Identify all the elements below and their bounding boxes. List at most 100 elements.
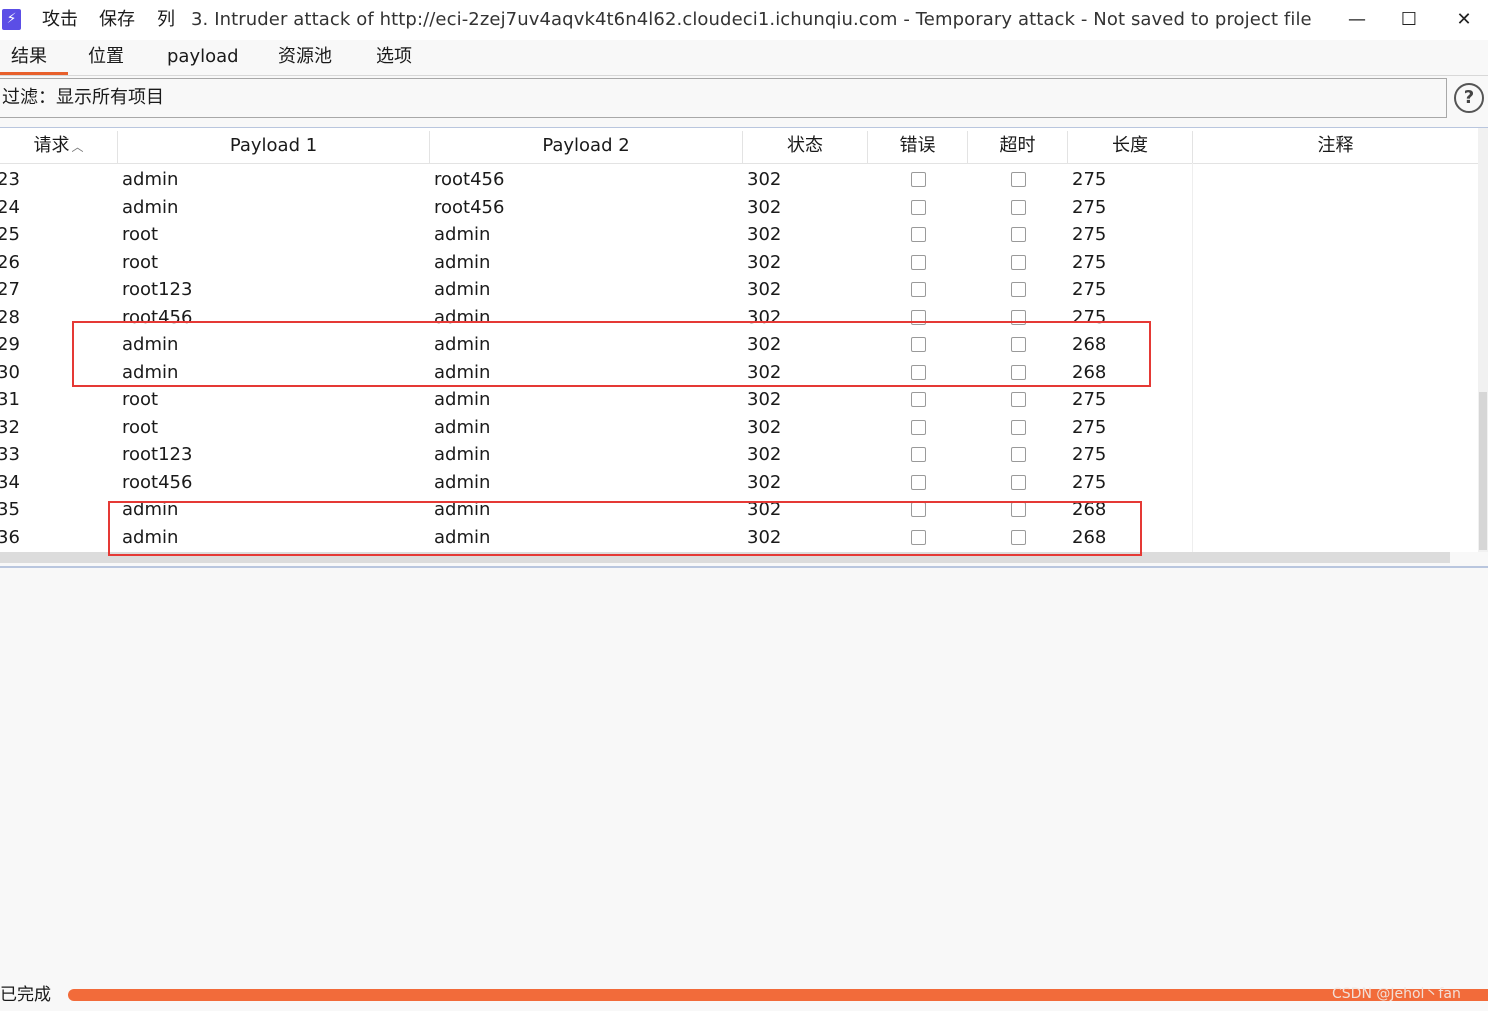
cell-payload1: admin: [122, 196, 179, 218]
cell-payload2: root456: [434, 196, 505, 218]
cell-request: 26: [0, 251, 20, 273]
cell-status: 302: [747, 196, 782, 218]
window-title: 3. Intruder attack of http://eci-2zej7uv…: [191, 9, 1312, 30]
timeout-checkbox: [1011, 227, 1026, 242]
status-label: 已完成: [0, 985, 51, 1005]
cell-payload2: root456: [434, 169, 505, 190]
cell-request: 27: [0, 279, 20, 300]
menu-attack[interactable]: 攻击: [42, 8, 78, 32]
vertical-scrollbar-thumb[interactable]: [1479, 392, 1487, 550]
table-row[interactable]: 33 root123 admin 302 275: [0, 441, 1478, 469]
table-row[interactable]: 23 admin root456 302 275: [0, 166, 1478, 194]
timeout-checkbox: [1011, 282, 1026, 297]
col-header-timeout[interactable]: 超时: [968, 128, 1067, 163]
cell-request: 24: [0, 196, 20, 218]
error-checkbox: [911, 447, 926, 462]
cell-length: 275: [1072, 471, 1107, 493]
error-checkbox: [911, 227, 926, 242]
sort-ascending-icon: ︿: [71, 140, 84, 154]
error-checkbox: [911, 419, 926, 435]
table-row[interactable]: 32 root admin 302 275: [0, 414, 1478, 442]
error-checkbox: [911, 474, 926, 490]
menu-save[interactable]: 保存: [99, 8, 135, 32]
cell-length: 275: [1072, 389, 1107, 410]
tab-results[interactable]: 结果: [11, 45, 47, 69]
timeout-checkbox: [1011, 474, 1026, 490]
cell-payload2: admin: [434, 389, 491, 410]
menu-columns[interactable]: 列: [157, 8, 175, 32]
highlight-box: [108, 501, 1142, 556]
cell-payload2: admin: [434, 416, 491, 438]
tab-options[interactable]: 选项: [376, 45, 412, 69]
tab-resource-pool[interactable]: 资源池: [278, 45, 332, 69]
cell-request: 28: [0, 306, 20, 328]
cell-length: 275: [1072, 279, 1107, 300]
cell-payload1: admin: [122, 169, 179, 190]
tab-divider: [0, 75, 1488, 76]
table-row[interactable]: 34 root456 admin 302 275: [0, 469, 1478, 497]
cell-length: 275: [1072, 224, 1107, 245]
filter-bar[interactable]: 过滤：显示所有项目: [0, 78, 1447, 118]
pane-splitter[interactable]: [0, 566, 1488, 568]
table-row[interactable]: 26 root admin 302 275: [0, 249, 1478, 277]
cell-length: 275: [1072, 196, 1107, 218]
cell-length: 275: [1072, 251, 1107, 273]
col-header-comment[interactable]: 注释: [1193, 128, 1478, 163]
table-row[interactable]: 25 root admin 302 275: [0, 221, 1478, 249]
watermark: CSDN @Jehol丶fan: [1332, 986, 1461, 1002]
error-checkbox: [911, 392, 926, 407]
timeout-checkbox: [1011, 172, 1026, 187]
burp-app-icon: ⚡: [2, 9, 21, 30]
error-checkbox: [911, 282, 926, 297]
help-icon[interactable]: ?: [1454, 83, 1484, 113]
tab-payloads[interactable]: payload: [167, 45, 239, 69]
filter-text: 过滤：显示所有项目: [2, 87, 164, 108]
cell-request: 31: [0, 389, 20, 410]
col-header-request[interactable]: 请求 ︿: [0, 128, 117, 163]
minimize-button[interactable]: —: [1342, 6, 1372, 34]
title-bar: ⚡ 攻击 保存 列 3. Intruder attack of http://e…: [0, 0, 1488, 40]
timeout-checkbox: [1011, 447, 1026, 462]
cell-payload2: admin: [434, 471, 491, 493]
cell-payload1: root: [122, 251, 159, 273]
table-row[interactable]: 24 admin root456 302 275: [0, 194, 1478, 222]
timeout-checkbox: [1011, 419, 1026, 435]
cell-status: 302: [747, 224, 782, 245]
cell-request: 29: [0, 334, 20, 355]
table-row[interactable]: 27 root123 admin 302 275: [0, 276, 1478, 304]
cell-payload2: admin: [434, 224, 491, 245]
cell-request: 23: [0, 169, 20, 190]
col-header-payload2[interactable]: Payload 2: [430, 128, 742, 163]
cell-payload2: admin: [434, 251, 491, 273]
table-row[interactable]: 31 root admin 302 275: [0, 386, 1478, 414]
cell-length: 275: [1072, 416, 1107, 438]
cell-status: 302: [747, 251, 782, 273]
error-checkbox: [911, 254, 926, 270]
close-button[interactable]: ✕: [1449, 6, 1479, 34]
cell-payload1: root123: [122, 444, 193, 465]
cell-length: 275: [1072, 444, 1107, 465]
cell-status: 302: [747, 416, 782, 438]
cell-payload1: root123: [122, 279, 193, 300]
highlight-box: [72, 321, 1151, 387]
cell-payload2: admin: [434, 444, 491, 465]
maximize-button[interactable]: ☐: [1394, 6, 1424, 34]
timeout-checkbox: [1011, 199, 1026, 215]
cell-request: 34: [0, 471, 20, 493]
col-header-error[interactable]: 错误: [868, 128, 967, 163]
error-checkbox: [911, 172, 926, 187]
error-checkbox: [911, 199, 926, 215]
timeout-checkbox: [1011, 254, 1026, 270]
cell-status: 302: [747, 389, 782, 410]
cell-payload1: root: [122, 389, 159, 410]
cell-payload1: root: [122, 224, 159, 245]
tab-bar: 结果 位置 payload 资源池 选项: [0, 40, 1488, 74]
tab-positions[interactable]: 位置: [88, 45, 124, 69]
cell-payload1: root: [122, 416, 159, 438]
col-header-payload1[interactable]: Payload 1: [118, 128, 429, 163]
cell-payload2: admin: [434, 279, 491, 300]
cell-request: 36: [0, 526, 20, 548]
col-header-status[interactable]: 状态: [743, 128, 867, 163]
cell-request: 30: [0, 361, 20, 383]
col-header-length[interactable]: 长度: [1068, 128, 1192, 163]
